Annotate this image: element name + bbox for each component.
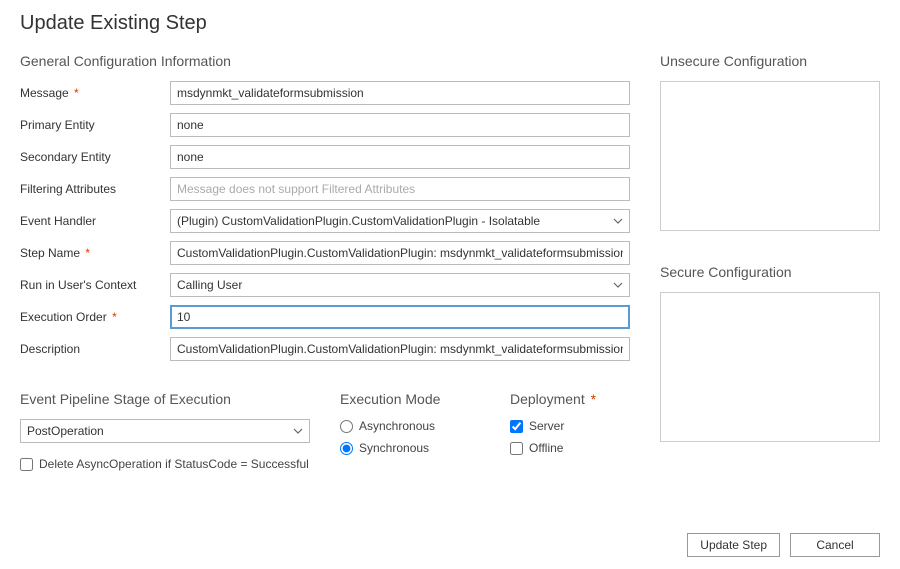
filtering-attributes-label: Filtering Attributes [20,182,170,196]
event-handler-select[interactable]: (Plugin) CustomValidationPlugin.CustomVa… [170,209,630,233]
run-in-users-context-select[interactable]: Calling User [170,273,630,297]
asynchronous-radio[interactable] [340,420,353,433]
synchronous-label: Synchronous [359,441,429,455]
primary-entity-input[interactable] [170,113,630,137]
asynchronous-label: Asynchronous [359,419,435,433]
unsecure-config-title: Unsecure Configuration [660,53,880,69]
required-marker: * [74,86,79,100]
step-name-input[interactable] [170,241,630,265]
description-input[interactable] [170,337,630,361]
pipeline-section-title: Event Pipeline Stage of Execution [20,391,310,407]
secure-config-textarea[interactable] [660,292,880,442]
update-step-button[interactable]: Update Step [687,533,780,557]
pipeline-stage-select[interactable]: PostOperation [20,419,310,443]
filtering-attributes-input [170,177,630,201]
secondary-entity-label: Secondary Entity [20,150,170,164]
general-section-title: General Configuration Information [20,53,630,69]
delete-async-checkbox[interactable] [20,458,33,471]
description-label: Description [20,342,170,356]
server-label: Server [529,419,564,433]
exec-mode-section-title: Execution Mode [340,391,480,407]
offline-label: Offline [529,441,563,455]
deployment-section-title: Deployment * [510,391,630,407]
event-handler-label: Event Handler [20,214,170,228]
message-label: Message * [20,86,170,100]
execution-order-label: Execution Order * [20,310,170,324]
run-in-users-context-label: Run in User's Context [20,278,170,292]
unsecure-config-textarea[interactable] [660,81,880,231]
execution-order-input[interactable] [170,305,630,329]
required-marker: * [591,391,596,407]
secure-config-title: Secure Configuration [660,264,880,280]
delete-async-label: Delete AsyncOperation if StatusCode = Su… [39,457,309,471]
step-name-label: Step Name * [20,246,170,260]
secondary-entity-input[interactable] [170,145,630,169]
required-marker: * [85,246,90,260]
required-marker: * [112,310,117,324]
offline-checkbox[interactable] [510,442,523,455]
synchronous-radio[interactable] [340,442,353,455]
cancel-button[interactable]: Cancel [790,533,880,557]
server-checkbox[interactable] [510,420,523,433]
primary-entity-label: Primary Entity [20,118,170,132]
page-title: Update Existing Step [0,0,900,43]
message-input[interactable] [170,81,630,105]
